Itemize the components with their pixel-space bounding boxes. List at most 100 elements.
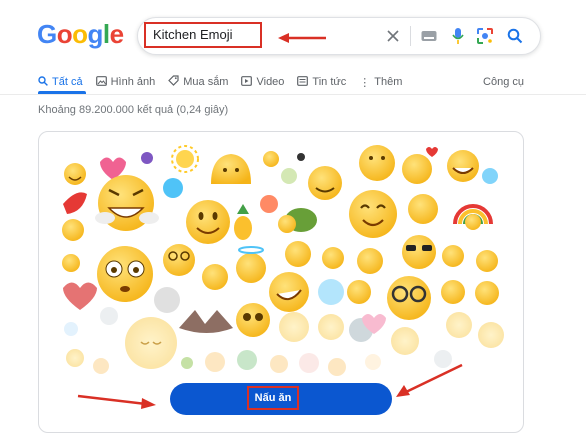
- keyboard-icon[interactable]: [419, 26, 439, 46]
- clear-icon[interactable]: [383, 26, 403, 46]
- emoji-wink[interactable]: [442, 245, 464, 267]
- emoji-faded-cat[interactable]: [270, 355, 288, 373]
- logo-letter: o: [56, 19, 73, 49]
- emoji-kiss[interactable]: [359, 145, 395, 181]
- emoji-surprised[interactable]: [357, 248, 383, 274]
- emoji-nerd[interactable]: [387, 276, 431, 320]
- annotation-arrow-icon: [396, 363, 463, 397]
- emoji-love[interactable]: [402, 147, 438, 184]
- emoji-calm[interactable]: [62, 219, 84, 241]
- emoji-faded-dog[interactable]: [299, 353, 319, 373]
- emoji-bubble[interactable]: [64, 322, 78, 336]
- emoji-evil[interactable]: [308, 166, 342, 200]
- emoji-rainbow[interactable]: [453, 204, 493, 230]
- emoji-cold[interactable]: [482, 168, 498, 184]
- emoji-crystal[interactable]: [141, 152, 153, 164]
- tab-shopping[interactable]: Mua sắm: [168, 72, 228, 92]
- google-logo[interactable]: Google: [37, 18, 124, 50]
- emoji-faded-smile[interactable]: [391, 327, 419, 355]
- tab-label: Tin tức: [312, 76, 347, 88]
- emoji-faded-dot[interactable]: [181, 357, 193, 369]
- emoji-blush[interactable]: [347, 280, 371, 304]
- news-icon: [297, 75, 309, 89]
- emoji-melting[interactable]: [285, 241, 311, 267]
- search-divider: [410, 26, 411, 46]
- annotation-arrow-icon: [77, 394, 156, 409]
- emoji-sun[interactable]: [171, 145, 199, 173]
- tab-images[interactable]: Hình ảnh: [95, 72, 156, 92]
- cook-button-label[interactable]: Nấu ăn: [247, 386, 299, 410]
- emoji-swirl-eyes[interactable]: [163, 244, 195, 276]
- emoji-faded-tiny[interactable]: [93, 358, 109, 374]
- tab-label: Video: [256, 76, 285, 88]
- logo-letter: l: [102, 19, 110, 49]
- tab-all[interactable]: Tất cả: [38, 72, 83, 92]
- emoji-bat[interactable]: [179, 310, 233, 333]
- emoji-laugh-big[interactable]: [95, 175, 159, 231]
- emoji-sleepy[interactable]: [475, 281, 499, 305]
- tools-label: Công cụ: [483, 76, 524, 88]
- emoji-smirk[interactable]: [408, 194, 438, 224]
- tools-button[interactable]: Công cụ: [483, 72, 524, 92]
- search-icon[interactable]: [505, 26, 525, 46]
- emoji-pineapple[interactable]: [234, 204, 252, 240]
- more-vert-icon: ⋮: [359, 76, 371, 89]
- emoji-robot[interactable]: [100, 307, 118, 325]
- emoji-smile[interactable]: [64, 163, 86, 185]
- emoji-halo[interactable]: [236, 246, 266, 283]
- emoji-faded-small[interactable]: [66, 349, 84, 367]
- emoji-happy-big[interactable]: [349, 190, 397, 238]
- tab-label: Thêm: [374, 76, 403, 88]
- lens-icon[interactable]: [475, 26, 495, 46]
- tab-video[interactable]: Video: [241, 72, 284, 92]
- query-highlight-box: Kitchen Emoji: [144, 22, 262, 48]
- emoji-smiley[interactable]: [62, 254, 80, 272]
- emoji-tear[interactable]: [318, 279, 344, 305]
- emoji-tired[interactable]: [318, 314, 344, 340]
- emoji-ghost-hug[interactable]: [211, 154, 251, 184]
- emoji-heart-eyes[interactable]: [447, 150, 479, 182]
- emoji-wink-tongue[interactable]: [279, 312, 309, 342]
- emoji-cold-sweat[interactable]: [163, 178, 183, 198]
- emoji-nervous[interactable]: [476, 250, 498, 272]
- emoji-faded-star[interactable]: [365, 354, 381, 370]
- emoji-heart[interactable]: [63, 282, 97, 311]
- emoji-cool[interactable]: [281, 168, 297, 184]
- image-icon: [95, 75, 107, 89]
- microphone-icon[interactable]: [448, 26, 468, 46]
- emoji-grimace[interactable]: [441, 280, 465, 304]
- emoji-sun-face-faded[interactable]: [125, 317, 177, 369]
- result-stats: Khoảng 89.200.000 kết quả (0,24 giây): [38, 104, 229, 116]
- emoji-peach[interactable]: [260, 195, 278, 213]
- emoji-rofl[interactable]: [269, 272, 309, 312]
- emoji-small-face[interactable]: [263, 151, 279, 167]
- emoji-wide-eyes[interactable]: [97, 246, 153, 302]
- tab-more[interactable]: ⋮ Thêm: [359, 72, 402, 92]
- emoji-sunglasses[interactable]: [402, 235, 436, 269]
- tag-icon: [168, 75, 179, 89]
- play-icon: [241, 75, 253, 89]
- search-tabs: Tất cả Hình ảnh Mua sắm Video Tin tức ⋮ …: [38, 72, 524, 92]
- emoji-sob[interactable]: [322, 247, 344, 269]
- emoji-spider[interactable]: [297, 153, 305, 161]
- logo-letter: G: [37, 19, 57, 49]
- emoji-faded-face[interactable]: [205, 352, 225, 372]
- search-bar[interactable]: Kitchen Emoji: [137, 17, 541, 55]
- emoji-ghost[interactable]: [154, 287, 180, 313]
- emoji-faded-grin[interactable]: [446, 312, 472, 338]
- tab-news[interactable]: Tin tức: [297, 72, 346, 92]
- logo-letter: o: [72, 19, 88, 49]
- tabs-divider: [0, 94, 586, 95]
- emoji-chili[interactable]: [63, 192, 87, 214]
- emoji-faded-blob[interactable]: [328, 358, 346, 376]
- emoji-grin[interactable]: [186, 200, 230, 244]
- emoji-faded-calm[interactable]: [478, 322, 504, 348]
- emoji-turtle[interactable]: [278, 208, 317, 233]
- emoji-pleading[interactable]: [236, 303, 270, 337]
- tab-label: Hình ảnh: [110, 76, 156, 88]
- annotation-arrow-icon: [278, 33, 326, 43]
- emoji-faded-turtle[interactable]: [237, 350, 257, 370]
- emoji-confused[interactable]: [202, 264, 228, 290]
- search-icon: [38, 75, 48, 89]
- search-input[interactable]: Kitchen Emoji: [153, 27, 232, 42]
